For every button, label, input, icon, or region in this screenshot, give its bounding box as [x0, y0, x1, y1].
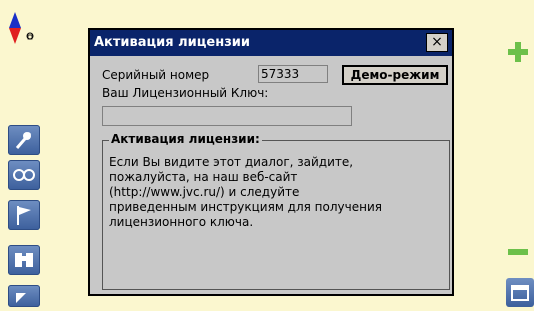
serial-label: Серийный номер — [102, 68, 210, 82]
zoom-out-button[interactable] — [506, 242, 530, 255]
arrow-button[interactable] — [8, 285, 40, 307]
satellite-icon — [15, 132, 32, 149]
compass-icon[interactable] — [7, 10, 35, 54]
window-button[interactable] — [506, 278, 534, 307]
arrow-icon — [16, 293, 26, 303]
glasses-icon — [13, 169, 35, 181]
satellite-button[interactable] — [8, 125, 40, 155]
demo-mode-button[interactable]: Демо-режим — [342, 65, 448, 85]
glasses-button[interactable] — [8, 160, 40, 190]
activation-instructions: Если Вы видите этот диалог, зайдите, пож… — [109, 155, 382, 229]
binoculars-button[interactable] — [8, 245, 40, 275]
binoculars-icon — [15, 253, 33, 267]
flag-icon — [17, 206, 31, 225]
zoom-in-button[interactable] — [506, 40, 530, 64]
license-key-label: Ваш Лицензионный Ключ: — [102, 86, 269, 100]
license-key-input[interactable] — [102, 106, 352, 126]
zoom-out-icon — [508, 249, 528, 255]
close-button[interactable]: × — [426, 33, 448, 52]
flag-button[interactable] — [8, 200, 40, 230]
zoom-in-icon — [508, 42, 528, 62]
dialog-title: Активация лицензии — [94, 35, 250, 50]
window-icon — [511, 285, 529, 301]
dialog-titlebar: Активация лицензии × — [90, 30, 452, 56]
activation-group: Активация лицензии: Если Вы видите этот … — [102, 132, 450, 290]
serial-number-field: 57333 — [258, 65, 328, 83]
license-dialog: Активация лицензии × Серийный номер 5733… — [88, 28, 454, 296]
activation-group-title: Активация лицензии: — [109, 132, 262, 146]
